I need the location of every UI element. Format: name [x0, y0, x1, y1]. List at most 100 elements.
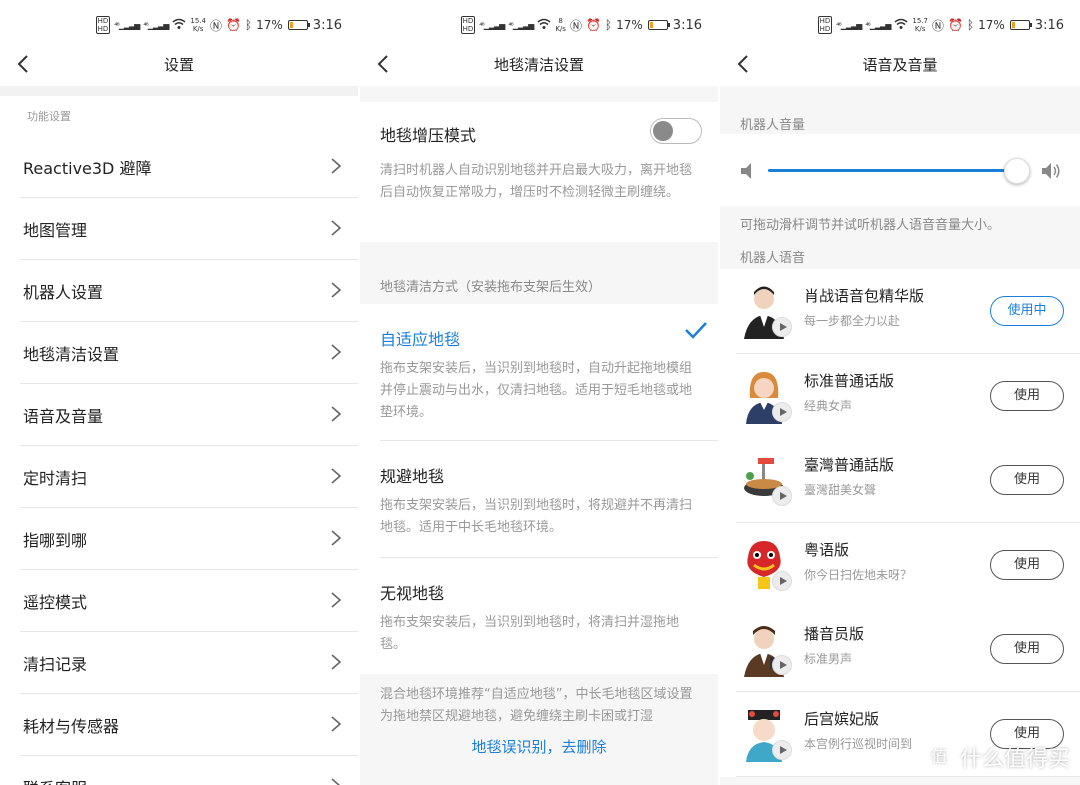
carpet-settings-screen: HD HD ⁴⁶▁▂▃▅ ⁴⁶▁▂▃▅ 8 K/s Ⓝ ⏰ ᛒ 17% 3:16 地…: [360, 0, 718, 785]
voice-pack-subtitle: 标准男声: [804, 652, 853, 666]
boost-label: 地毯增压模式: [380, 126, 477, 145]
signal-icon-2: ⁴⁶▁▂▃▅: [143, 20, 169, 30]
net-speed: 8 K/s: [555, 17, 566, 33]
bluetooth-icon: ᛒ: [244, 18, 253, 32]
settings-item[interactable]: 语音及音量: [20, 384, 358, 446]
settings-item-label: 定时清扫: [23, 469, 88, 488]
settings-item[interactable]: 清扫记录: [20, 632, 358, 694]
settings-item-label: 耗材与传感器: [23, 717, 120, 736]
wifi-icon: [894, 18, 908, 33]
watermark-text: 什么值得买: [959, 747, 1070, 772]
watermark: 值 什么值得买: [923, 741, 1070, 773]
volume-hint: 可拖动滑杆调节并试听机器人语音音量大小。: [740, 218, 1001, 233]
nfc-icon: Ⓝ: [569, 18, 582, 33]
status-bar: HD HD ⁴⁶▁▂▃▅ ⁴⁶▁▂▃▅ 8 K/s Ⓝ ⏰ ᛒ 17% 3:16: [360, 0, 718, 48]
option-description: 拖布支架安装后，当识别到地毯时，将规避并不再清扫地毯。适用于中长毛地毯环境。: [380, 498, 693, 535]
hd-icon: HD HD: [95, 16, 111, 34]
clock: 3:16: [312, 17, 342, 33]
voice-label: 机器人语音: [740, 251, 806, 266]
play-icon[interactable]: [772, 317, 792, 337]
signal-icon: ⁴⁶▁▂▃▅: [479, 20, 505, 30]
divider: [736, 775, 1080, 777]
chevron-right-icon: [330, 653, 342, 671]
net-speed: 15.4 K/s: [190, 17, 206, 33]
play-icon[interactable]: [772, 401, 792, 422]
status-bar: HD HD ⁴⁶▁▂▃▅ ⁴⁶▁▂▃▅ 15.4 K/s Ⓝ ⏰ ᛒ 17% 3:1…: [0, 0, 358, 48]
use-button[interactable]: 使用: [990, 380, 1064, 411]
settings-item[interactable]: 地毯清洁设置: [20, 322, 358, 384]
option-ignore[interactable]: 无视地毯 拖布支架安装后，当识别到地毯时，将清扫并湿拖地毯。: [360, 558, 718, 674]
in-use-button[interactable]: 使用中: [990, 296, 1064, 326]
chevron-right-icon: [330, 219, 342, 237]
voice-pack-subtitle: 臺灣甜美女聲: [804, 483, 877, 497]
play-icon[interactable]: [772, 570, 792, 591]
option-description: 拖布支架安装后，当识别到地毯时，自动升起拖地模组并停止震动与出水，仅清扫地毯。适…: [380, 361, 693, 420]
clock: 3:16: [672, 17, 702, 33]
play-icon[interactable]: [772, 655, 792, 675]
option-description: 拖布支架安装后，当识别到地毯时，将清扫并湿拖地毯。: [380, 615, 680, 652]
checkmark-icon: [685, 322, 707, 339]
option-adaptive[interactable]: 自适应地毯 拖布支架安装后，当识别到地毯时，自动升起拖地模组并停止震动与出水，仅…: [360, 304, 718, 440]
bluetooth-icon: ᛒ: [966, 18, 975, 32]
use-button[interactable]: 使用: [990, 549, 1064, 580]
settings-item[interactable]: 机器人设置: [20, 260, 358, 322]
settings-item[interactable]: 指哪到哪: [20, 508, 358, 570]
play-icon[interactable]: [772, 486, 792, 506]
chevron-right-icon: [330, 467, 342, 485]
voice-pack-name: 肖战语音包精华版: [804, 287, 925, 305]
status-bar: HD HD ⁴⁶▁▂▃▅ ⁴⁶▁▂▃▅ 15.7 K/s Ⓝ ⏰ ᛒ 17% 3:1…: [720, 0, 1080, 48]
signal-icon: ⁴⁶▁▂▃▅: [836, 20, 862, 30]
hd-icon: HD HD: [817, 16, 833, 34]
voice-pack-row: 肖战语音包精华版每一步都全力以赴 使用中: [720, 269, 1080, 354]
option-name: 无视地毯: [380, 584, 445, 603]
volume-slider-track[interactable]: [768, 169, 1016, 172]
option-name: 规避地毯: [380, 467, 445, 486]
clock: 3:16: [1034, 17, 1064, 33]
chevron-right-icon: [330, 157, 342, 175]
voice-pack-subtitle: 本宫例行巡视时间到: [804, 736, 913, 751]
chevron-right-icon: [330, 281, 342, 299]
settings-item-label: 联系客服: [23, 775, 87, 785]
net-speed: 15.7 K/s: [912, 17, 928, 33]
settings-item[interactable]: 联系客服: [20, 756, 358, 785]
wifi-icon: [537, 18, 551, 33]
volume-slider-knob[interactable]: [1004, 158, 1030, 184]
use-button[interactable]: 使用: [990, 634, 1064, 664]
settings-item[interactable]: 耗材与传感器: [20, 694, 358, 756]
voice-pack-name: 粤语版: [804, 540, 850, 559]
settings-item-label: Reactive3D 避障: [23, 159, 152, 178]
wifi-icon: [172, 18, 186, 33]
settings-item[interactable]: 遥控模式: [20, 570, 358, 632]
voice-volume-screen: HD HD ⁴⁶▁▂▃▅ ⁴⁶▁▂▃▅ 15.7 K/s Ⓝ ⏰ ᛒ 17% 3:1…: [720, 0, 1080, 785]
battery-icon: [287, 20, 310, 30]
section-label: 功能设置: [27, 110, 71, 123]
alarm-icon: ⏰: [947, 18, 963, 32]
option-name: 自适应地毯: [380, 330, 461, 349]
page-title: 地毯清洁设置: [493, 56, 584, 74]
signal-icon-2: ⁴⁶▁▂▃▅: [865, 20, 891, 30]
page-title: 语音及音量: [862, 56, 938, 74]
voice-pack-subtitle: 每一步都全力以赴: [804, 314, 901, 328]
method-label: 地毯清洁方式（安装拖布支架后生效）: [380, 280, 602, 295]
settings-item[interactable]: Reactive3D 避障: [20, 136, 358, 198]
chevron-right-icon: [330, 777, 342, 785]
volume-low-icon: [741, 163, 751, 179]
play-icon[interactable]: [772, 739, 792, 760]
option-avoid[interactable]: 规避地毯 拖布支架安装后，当识别到地毯时，将规避并不再清扫地毯。适用于中长毛地毯…: [360, 441, 718, 557]
watermark-logo: 值: [923, 742, 954, 772]
settings-item[interactable]: 定时清扫: [20, 446, 358, 508]
chevron-right-icon: [330, 529, 342, 547]
boost-description: 清扫时机器人自动识别地毯并开启最大吸力，离开地毯后自动恢复正常吸力，增压时不检测…: [380, 163, 693, 200]
hd-icon: HD HD: [460, 16, 476, 34]
chevron-right-icon: [330, 591, 342, 609]
settings-item-label: 清扫记录: [23, 655, 88, 674]
boost-toggle[interactable]: [650, 118, 702, 144]
settings-item-label: 地图管理: [23, 221, 88, 240]
toggle-knob: [653, 121, 673, 141]
use-button[interactable]: 使用: [990, 465, 1064, 495]
voice-pack-row: 粤语版 你今日扫佐地未呀？ 使用: [720, 522, 1080, 608]
settings-item-label: 遥控模式: [23, 593, 88, 612]
settings-item[interactable]: 地图管理: [20, 198, 358, 260]
signal-icon-2: ⁴⁶▁▂▃▅: [508, 20, 534, 30]
delete-misrecognition-link[interactable]: 地毯误识别，去删除: [360, 736, 718, 757]
